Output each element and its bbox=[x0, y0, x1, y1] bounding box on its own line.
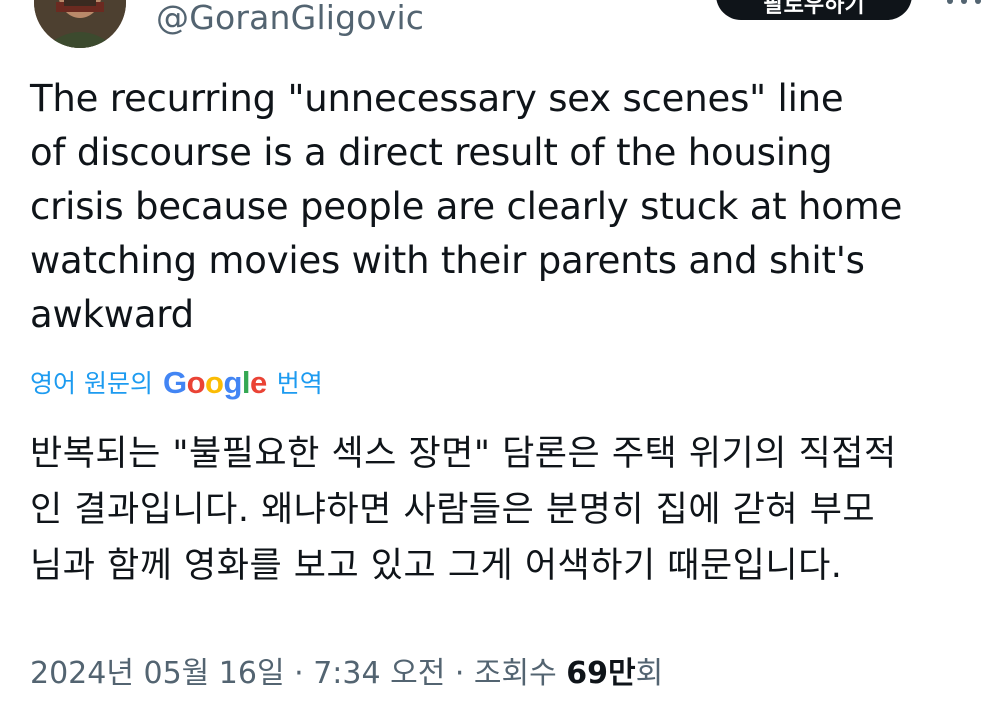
google-letter: l bbox=[241, 365, 251, 400]
google-letter: o bbox=[186, 365, 206, 400]
views-label: 조회수 bbox=[473, 656, 557, 691]
tweet-text-line: crisis because people are clearly stuck … bbox=[30, 185, 903, 228]
avatar-photo-icon bbox=[34, 0, 126, 48]
views-suffix: 회 bbox=[635, 656, 664, 691]
author-handle[interactable]: @GoranGligovic bbox=[156, 0, 424, 37]
author-avatar[interactable] bbox=[34, 0, 126, 48]
meta-separator: · bbox=[284, 656, 314, 691]
google-letter: o bbox=[205, 365, 224, 400]
tweet-date[interactable]: 2024년 05월 16일 bbox=[30, 656, 285, 691]
google-letter: e bbox=[250, 365, 267, 400]
google-logo: Google bbox=[163, 365, 267, 401]
follow-button[interactable]: 팔로우하기 bbox=[716, 0, 912, 20]
translate-prefix: 영어 원문의 bbox=[30, 369, 153, 398]
views-count: 69만 bbox=[566, 656, 636, 691]
tweet-text-line: The recurring "unnecessary sex scenes" l… bbox=[30, 77, 844, 120]
tweet-text: The recurring "unnecessary sex scenes" l… bbox=[30, 72, 970, 342]
translated-text-line: 님과 함께 영화를 보고 있고 그게 어색하기 때문입니다. bbox=[30, 546, 843, 586]
translated-text-line: 반복되는 "불필요한 섹스 장면" 담론은 주택 위기의 직접적 bbox=[30, 434, 897, 474]
translated-text: 반복되는 "불필요한 섹스 장면" 담론은 주택 위기의 직접적 인 결과입니다… bbox=[30, 426, 980, 594]
tweet-text-line: of discourse is a direct result of the h… bbox=[30, 131, 833, 174]
google-letter: g bbox=[223, 365, 242, 400]
tweet-time[interactable]: 7:34 오전 bbox=[313, 656, 445, 691]
translate-suffix: 번역 bbox=[276, 369, 323, 398]
more-dot bbox=[975, 0, 981, 4]
more-dot bbox=[947, 0, 953, 4]
tweet-text-line: watching movies with their parents and s… bbox=[30, 239, 865, 282]
more-options-icon[interactable] bbox=[944, 0, 984, 18]
tweet-meta: 2024년 05월 16일 · 7:34 오전 · 조회수 69만회 bbox=[30, 648, 663, 692]
translate-link[interactable]: 영어 원문의 Google 번역 bbox=[30, 362, 323, 402]
tweet-detail-page: @GoranGligovic 팔로우하기 The recurring "unne… bbox=[0, 0, 1000, 701]
more-dot bbox=[961, 0, 967, 4]
google-letter: G bbox=[162, 365, 187, 400]
meta-separator: · bbox=[445, 656, 474, 691]
translated-text-line: 인 결과입니다. 왜냐하면 사람들은 분명히 집에 갇혀 부모 bbox=[30, 490, 876, 530]
tweet-text-line: awkward bbox=[30, 293, 194, 336]
